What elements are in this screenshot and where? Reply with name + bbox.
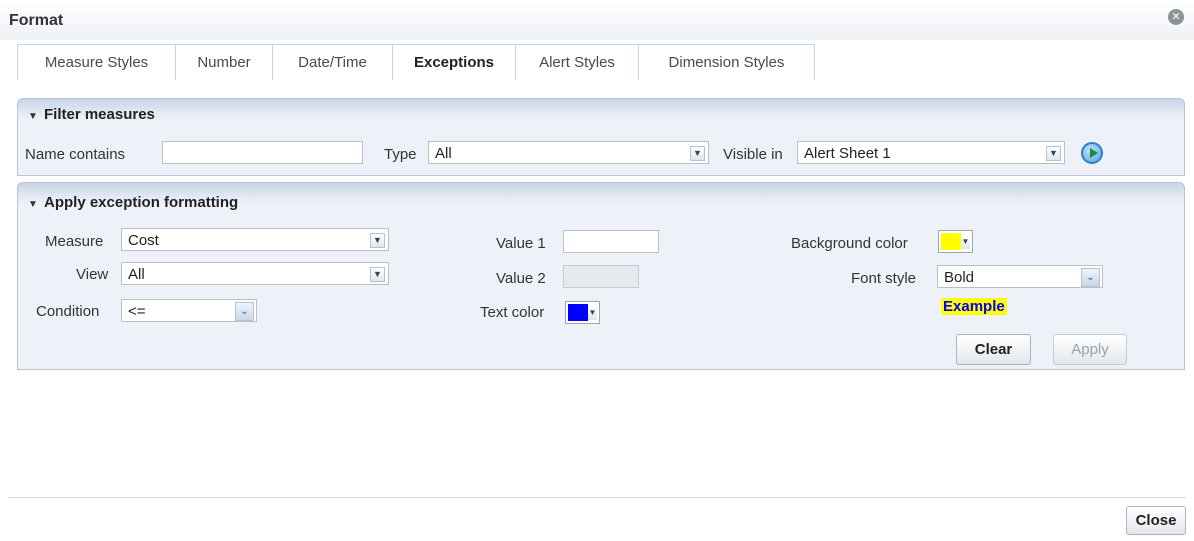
chevron-down-icon: ▼ (1046, 146, 1061, 161)
chevron-down-icon: ⌄ (1081, 268, 1100, 287)
tab-number[interactable]: Number (175, 44, 272, 80)
chevron-down-icon: ▼ (370, 233, 385, 248)
footer-divider (8, 497, 1186, 498)
value1-input[interactable] (563, 230, 659, 253)
background-color-label: Background color (791, 235, 908, 252)
dialog-titlebar: Format ✕ (0, 0, 1194, 40)
close-button[interactable]: Close (1126, 506, 1186, 535)
text-color-label: Text color (480, 304, 545, 321)
filter-measures-panel: ▼ Filter measures Name contains Type All … (17, 98, 1185, 176)
exception-formatting-header[interactable]: ▼ Apply exception formatting (28, 194, 238, 211)
condition-select[interactable]: <= ⌄ (121, 299, 257, 322)
dialog-title: Format (9, 12, 64, 29)
view-label: View (76, 266, 109, 283)
tab-measure-styles[interactable]: Measure Styles (17, 44, 175, 80)
view-select[interactable]: All ▼ (121, 262, 389, 285)
font-style-select-value: Bold (944, 269, 975, 286)
measure-label: Measure (45, 233, 104, 250)
filter-measures-title: Filter measures (44, 106, 155, 123)
tab-alert-styles[interactable]: Alert Styles (515, 44, 638, 80)
name-contains-input[interactable] (162, 141, 363, 164)
tab-date-time[interactable]: Date/Time (272, 44, 392, 80)
background-color-swatch (941, 233, 961, 250)
type-label: Type (384, 146, 417, 163)
chevron-down-icon: ▼ (28, 111, 38, 122)
filter-measures-header[interactable]: ▼ Filter measures (28, 106, 155, 123)
background-color-picker[interactable]: ▼ (938, 230, 973, 253)
name-contains-label: Name contains (25, 146, 126, 163)
condition-select-value: <= (128, 303, 146, 320)
font-style-label: Font style (851, 270, 917, 287)
type-select-value: All (435, 145, 452, 162)
clear-button[interactable]: Clear (956, 334, 1031, 365)
chevron-down-icon: ▼ (370, 267, 385, 282)
format-example-preview: Example (941, 298, 1007, 315)
visible-in-select-value: Alert Sheet 1 (804, 145, 891, 162)
tab-dimension-styles[interactable]: Dimension Styles (638, 44, 815, 80)
value1-label: Value 1 (496, 235, 546, 252)
apply-button[interactable]: Apply (1053, 334, 1127, 365)
go-icon[interactable] (1081, 142, 1103, 164)
visible-in-select[interactable]: Alert Sheet 1 ▼ (797, 141, 1065, 164)
close-icon[interactable]: ✕ (1168, 9, 1184, 25)
visible-in-label: Visible in (723, 146, 783, 163)
chevron-down-icon: ▼ (588, 305, 597, 320)
chevron-down-icon: ▼ (690, 146, 705, 161)
tab-bar: Measure Styles Number Date/Time Exceptio… (17, 44, 815, 81)
type-select[interactable]: All ▼ (428, 141, 709, 164)
exception-formatting-title: Apply exception formatting (44, 194, 239, 211)
measure-select[interactable]: Cost ▼ (121, 228, 389, 251)
value2-input (563, 265, 639, 288)
value2-label: Value 2 (496, 270, 546, 287)
condition-label: Condition (36, 303, 100, 320)
text-color-swatch (568, 304, 588, 321)
measure-select-value: Cost (128, 232, 159, 249)
text-color-picker[interactable]: ▼ (565, 301, 600, 324)
chevron-down-icon: ⌄ (235, 302, 254, 321)
tab-exceptions[interactable]: Exceptions (392, 44, 515, 80)
font-style-select[interactable]: Bold ⌄ (937, 265, 1103, 288)
view-select-value: All (128, 266, 145, 283)
chevron-down-icon: ▼ (28, 199, 38, 210)
chevron-down-icon: ▼ (961, 234, 970, 249)
